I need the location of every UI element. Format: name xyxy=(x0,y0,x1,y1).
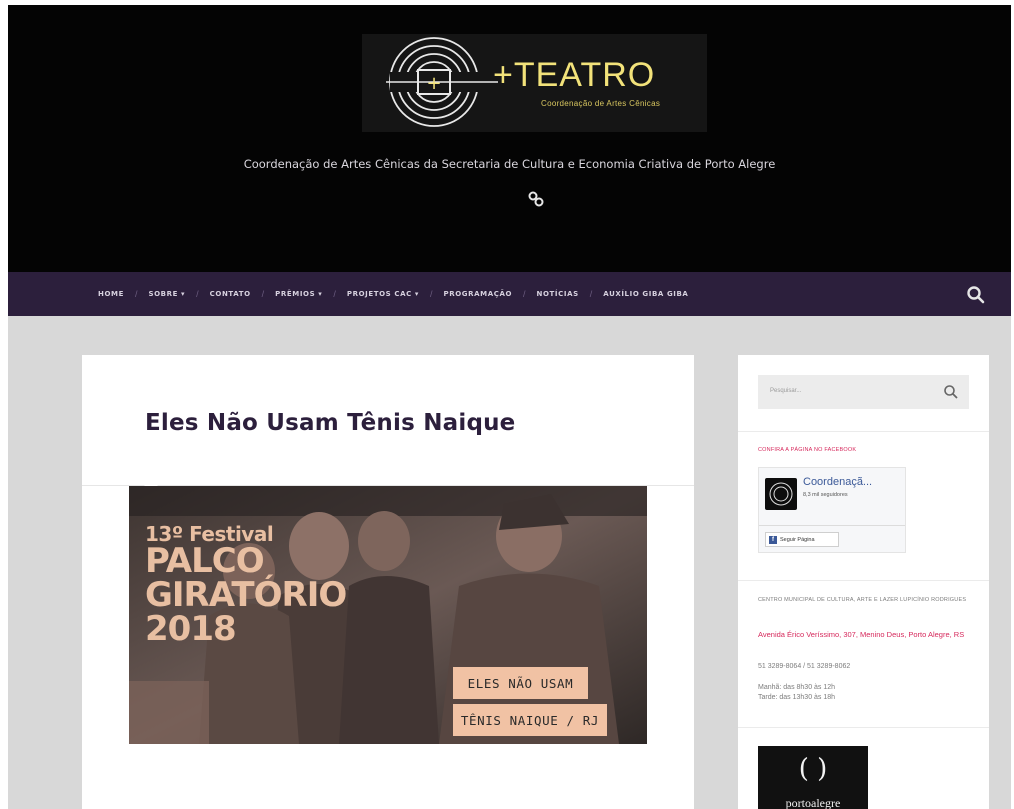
nav-item-noticias[interactable]: NOTÍCIAS xyxy=(537,290,579,298)
search-icon[interactable] xyxy=(943,384,959,400)
facebook-followers: 8,3 mil seguidores xyxy=(803,492,848,498)
divider xyxy=(738,727,989,728)
nav-separator: / xyxy=(333,289,336,299)
nav-separator: / xyxy=(261,289,265,299)
nav-item-projetos-cac[interactable]: PROJETOS CAC ▾ xyxy=(347,290,419,298)
festival-title: 13º Festival PALCO GIRATÓRIO 2018 xyxy=(145,522,347,649)
caption-line-2: TÊNIS NAIQUE / RJ xyxy=(453,704,607,736)
venue-hours: Manhã: das 8h30 às 12h Tarde: das 13h30 … xyxy=(758,684,836,701)
nav-item-premios[interactable]: PRÊMIOS ▾ xyxy=(275,290,322,298)
site-tagline: Coordenação de Artes Cênicas da Secretar… xyxy=(243,157,776,171)
svg-text:+: + xyxy=(426,73,441,94)
link-icon[interactable] xyxy=(527,190,545,208)
avatar[interactable] xyxy=(765,478,797,510)
porto-alegre-name: portoalegre xyxy=(785,796,841,809)
divider-notch xyxy=(144,479,158,486)
search-input[interactable]: Pesquisar... xyxy=(770,388,801,394)
nav-item-programacao[interactable]: PROGRAMAÇÃO xyxy=(444,290,513,298)
facebook-widget-heading: CONFIRA A PÁGINA NO FACEBOOK xyxy=(758,447,857,453)
nav-item-home[interactable]: HOME xyxy=(98,290,124,298)
post-title[interactable]: Eles Não Usam Tênis Naique xyxy=(145,410,515,436)
caption-line-1: ELES NÃO USAM xyxy=(453,667,588,699)
divider xyxy=(759,525,905,526)
follow-page-button[interactable]: f Seguir Página xyxy=(765,532,839,547)
post-card: Eles Não Usam Tênis Naique 13º Festival … xyxy=(82,355,694,809)
page-frame: + +TEATRO Coordenação de Artes Cênicas C… xyxy=(8,5,1011,809)
facebook-icon: f xyxy=(769,535,777,544)
logo-subtitle: Coordenação de Artes Cênicas xyxy=(541,99,661,108)
porto-alegre-logo[interactable]: ( ) portoalegre xyxy=(758,746,868,809)
nav-separator: / xyxy=(589,289,593,299)
nav-separator: / xyxy=(134,289,138,299)
nav-item-sobre[interactable]: SOBRE ▾ xyxy=(148,290,185,298)
nav-item-contato[interactable]: CONTATO xyxy=(210,290,251,298)
logo-title: +TEATRO xyxy=(493,56,656,94)
nav-separator: / xyxy=(523,289,526,299)
nav-menu: HOME / SOBRE ▾ / CONTATO / PRÊMIOS ▾ / P… xyxy=(98,272,688,316)
venue-address[interactable]: Avenida Érico Veríssimo, 307, Menino Deu… xyxy=(758,630,968,641)
follow-page-label: Seguir Página xyxy=(780,536,815,543)
divider xyxy=(738,580,989,581)
site-logo[interactable]: + +TEATRO Coordenação de Artes Cênicas xyxy=(362,34,707,132)
main-nav: HOME / SOBRE ▾ / CONTATO / PRÊMIOS ▾ / P… xyxy=(8,272,1011,316)
venue-phone: 51 3289-8064 / 51 3289-8062 xyxy=(758,663,851,670)
logo-circles-icon xyxy=(769,482,793,506)
facebook-page-name[interactable]: Coordenaçã... xyxy=(803,476,872,488)
search-icon[interactable] xyxy=(966,285,986,305)
nav-separator: / xyxy=(196,289,199,299)
porto-alegre-symbol: ( ) xyxy=(798,754,828,784)
sidebar-search[interactable]: Pesquisar... xyxy=(758,375,969,409)
nav-separator: / xyxy=(430,289,433,299)
site-header: + +TEATRO Coordenação de Artes Cênicas C… xyxy=(8,5,1011,272)
nav-item-auxilio-giba-giba[interactable]: AUXÍLIO GIBA GIBA xyxy=(603,290,688,298)
sidebar: Pesquisar... CONFIRA A PÁGINA NO FACEBOO… xyxy=(738,355,989,809)
venue-name: CENTRO MUNICIPAL DE CULTURA, ARTE E LAZE… xyxy=(758,597,967,603)
divider xyxy=(738,431,989,432)
featured-image[interactable]: 13º Festival PALCO GIRATÓRIO 2018 ELES N… xyxy=(129,486,647,744)
facebook-page-widget[interactable]: Coordenaçã... 8,3 mil seguidores f Segui… xyxy=(758,467,906,553)
